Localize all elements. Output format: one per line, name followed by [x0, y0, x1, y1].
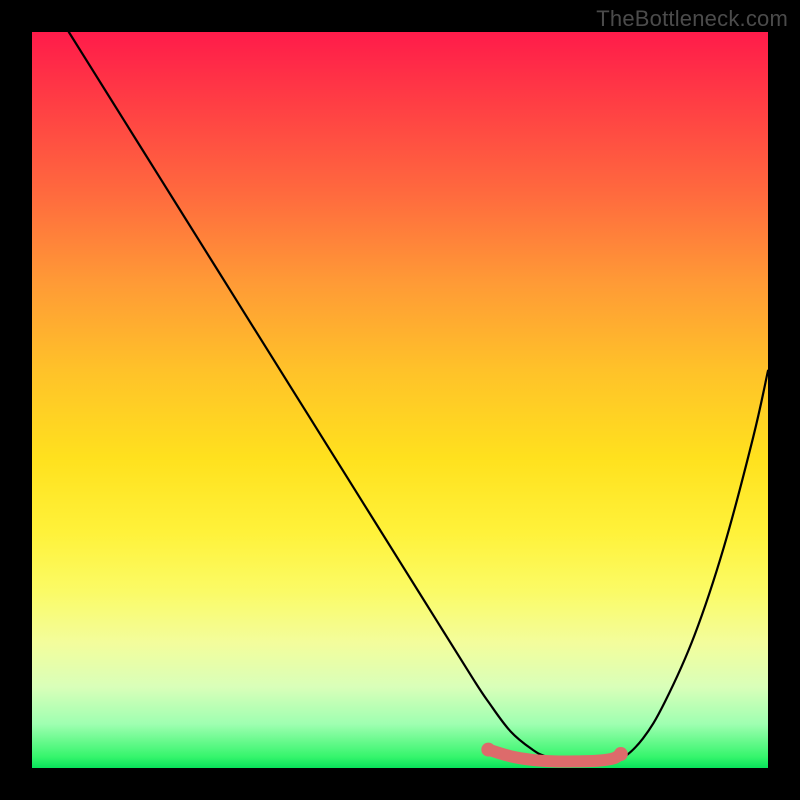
marker-endpoint-left [481, 743, 495, 757]
bottleneck-curve [69, 32, 768, 765]
optimal-range-marker [488, 750, 620, 762]
chart-frame: TheBottleneck.com [0, 0, 800, 800]
plot-area [32, 32, 768, 768]
marker-endpoint-right [614, 747, 628, 761]
watermark-text: TheBottleneck.com [596, 6, 788, 32]
curve-layer [32, 32, 768, 768]
